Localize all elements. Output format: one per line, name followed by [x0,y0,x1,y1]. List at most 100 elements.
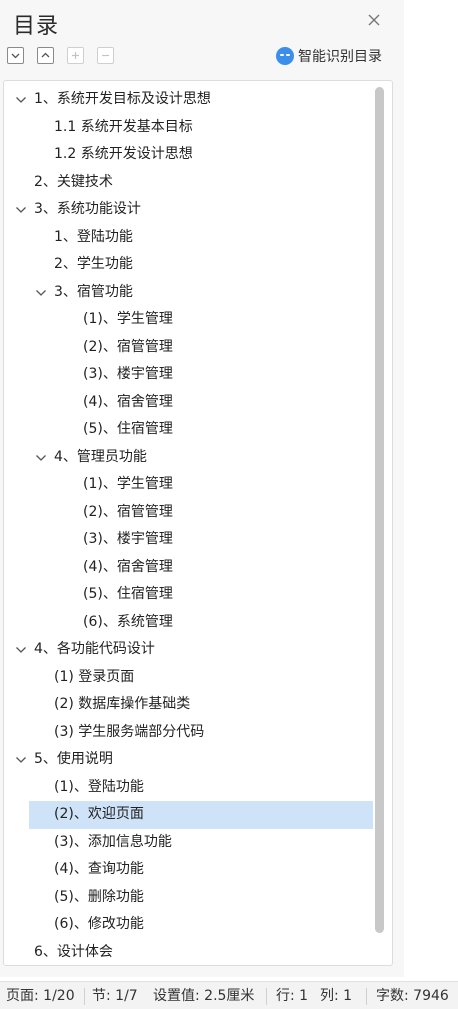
toc-item-label: (4)、宿舍管理 [83,393,173,410]
vertical-scrollbar[interactable] [375,87,384,933]
toc-item-label: 3、宿管功能 [54,283,133,300]
panel-title: 目录 [13,14,60,39]
toc-item[interactable]: (3)、楼宇管理 [4,361,374,389]
status-setting: 设置值: 2.5厘米 [153,988,255,1004]
toc-item[interactable]: (2)、欢迎页面 [29,801,373,829]
toc-item-label: (2)、宿管管理 [83,338,173,355]
close-button[interactable] [364,10,384,30]
toc-item[interactable]: (1)、登陆功能 [4,774,374,802]
toc-item[interactable]: (2) 数据库操作基础类 [4,691,374,719]
toc-item[interactable]: 1.1 系统开发基本目标 [4,114,374,142]
toc-item[interactable]: (1)、学生管理 [4,471,374,499]
chevron-down-icon[interactable] [15,95,27,105]
toc-item-label: 6、设计体会 [34,943,113,960]
toc-item-label: (1)、学生管理 [83,311,173,327]
document-area [404,0,458,977]
toc-item-label: (2) 数据库操作基础类 [54,696,191,712]
toc-item[interactable]: (5)、删除功能 [4,884,374,912]
toc-item-label: (1)、学生管理 [83,476,173,492]
toc-item[interactable]: 4、管理员功能 [4,444,374,472]
toc-item[interactable]: (6)、修改功能 [4,911,374,939]
toc-item[interactable]: (3) 学生服务端部分代码 [4,719,374,747]
chevron-down-icon[interactable] [15,755,27,765]
toc-item[interactable]: 2、学生功能 [4,251,374,279]
toc-item[interactable]: (4)、宿舍管理 [4,389,374,417]
toc-item[interactable]: (1) 登录页面 [4,664,374,692]
toc-item[interactable]: 1.2 系统开发设计思想 [4,141,374,169]
toc-item[interactable]: 1、登陆功能 [4,224,374,252]
smart-recognize-label: 智能识别目录 [298,49,382,65]
status-column: 列: 1 [320,988,353,1004]
toc-panel: 目录 智能识别目录 1、系统开发目标及设计思想 1.1 系统开发基本目标 1.2… [0,0,404,977]
toc-item-label: (5)、删除功能 [54,888,144,905]
toc-item-label: (6)、系统管理 [83,613,173,630]
toc-item[interactable]: 3、宿管功能 [4,279,374,307]
toc-item-label: 1、登陆功能 [54,228,133,245]
toc-item-label: 2、关键技术 [34,173,113,190]
toc-item-label: (1)、登陆功能 [54,778,144,795]
close-icon [368,14,380,26]
toc-item-label: 1、系统开发目标及设计思想 [34,91,211,107]
toc-item-label: (3)、楼宇管理 [83,366,173,382]
toc-item[interactable]: 2、关键技术 [4,169,374,197]
toc-item-label: (5)、住宿管理 [83,586,173,602]
toc-item[interactable]: 5、使用说明 [4,746,374,774]
status-bar: 页面: 1/20 节: 1/7 设置值: 2.5厘米 行: 1 列: 1 字数:… [0,981,458,1009]
chevron-down-icon [11,53,20,59]
toc-tree: 1、系统开发目标及设计思想 1.1 系统开发基本目标 1.2 系统开发设计思想 2、关… [4,86,374,966]
toc-item-label: (2)、欢迎页面 [54,806,144,822]
status-section: 节: 1/7 [92,988,138,1004]
toc-item-label: (4)、宿舍管理 [83,558,173,575]
toc-item[interactable]: (6)、系统管理 [4,609,374,637]
toc-item[interactable]: 6、设计体会 [4,939,374,966]
toc-item-label: (3) 学生服务端部分代码 [54,723,205,740]
collapse-all-button[interactable] [37,47,54,64]
toc-item-label: (4)、查询功能 [54,861,144,877]
expand-all-button[interactable] [7,47,24,64]
toc-item[interactable]: 4、各功能代码设计 [4,636,374,664]
toc-tree-container: 1、系统开发目标及设计思想 1.1 系统开发基本目标 1.2 系统开发设计思想 2、关… [3,80,393,966]
toc-item-label: (3)、添加信息功能 [54,833,172,850]
status-line: 行: 1 [276,988,309,1004]
toc-item-label: (2)、宿管管理 [83,503,173,520]
minus-icon [102,54,109,57]
toc-item[interactable]: (2)、宿管管理 [4,499,374,527]
toc-item-label: 1.1 系统开发基本目标 [54,118,193,135]
chevron-down-icon[interactable] [15,645,27,655]
status-page: 页面: 1/20 [6,988,75,1004]
toc-item[interactable]: 1、系统开发目标及设计思想 [4,86,374,114]
toc-item[interactable]: (5)、住宿管理 [4,581,374,609]
toc-item[interactable]: (2)、宿管管理 [4,334,374,362]
status-divider [366,988,367,1005]
toc-toolbar [7,47,114,65]
status-word-count: 字数: 7946 [376,988,449,1004]
chevron-down-icon[interactable] [15,205,27,215]
toc-item[interactable]: (3)、添加信息功能 [4,829,374,857]
toc-item-label: (6)、修改功能 [54,916,144,932]
remove-level-button[interactable] [97,47,114,64]
toc-item-label: (1) 登录页面 [54,668,135,685]
toc-item[interactable]: 3、系统功能设计 [4,196,374,224]
toc-item-label: 5、使用说明 [34,751,113,767]
toc-item-label: 3、系统功能设计 [34,201,141,217]
chevron-up-icon [41,52,50,58]
status-divider [266,988,267,1005]
toc-item-label: 1.2 系统开发设计思想 [54,146,193,162]
status-divider [84,988,85,1005]
toc-item-label: (3)、楼宇管理 [83,531,173,547]
smart-recognize-toc-button[interactable]: 智能识别目录 [276,45,382,67]
toc-item[interactable]: (5)、住宿管理 [4,416,374,444]
chevron-down-icon[interactable] [35,453,47,463]
toc-item-label: 2、学生功能 [54,256,133,272]
add-level-button[interactable] [67,47,84,64]
toc-item[interactable]: (3)、楼宇管理 [4,526,374,554]
toc-item[interactable]: (4)、查询功能 [4,856,374,884]
toc-item-label: (5)、住宿管理 [83,421,173,437]
ai-face-icon [276,47,294,65]
toc-item-label: 4、管理员功能 [54,448,147,465]
toc-item[interactable]: (4)、宿舍管理 [4,554,374,582]
chevron-down-icon[interactable] [35,288,47,298]
plus-icon [72,52,79,59]
toc-item[interactable]: (1)、学生管理 [4,306,374,334]
toc-item-label: 4、各功能代码设计 [34,641,155,657]
